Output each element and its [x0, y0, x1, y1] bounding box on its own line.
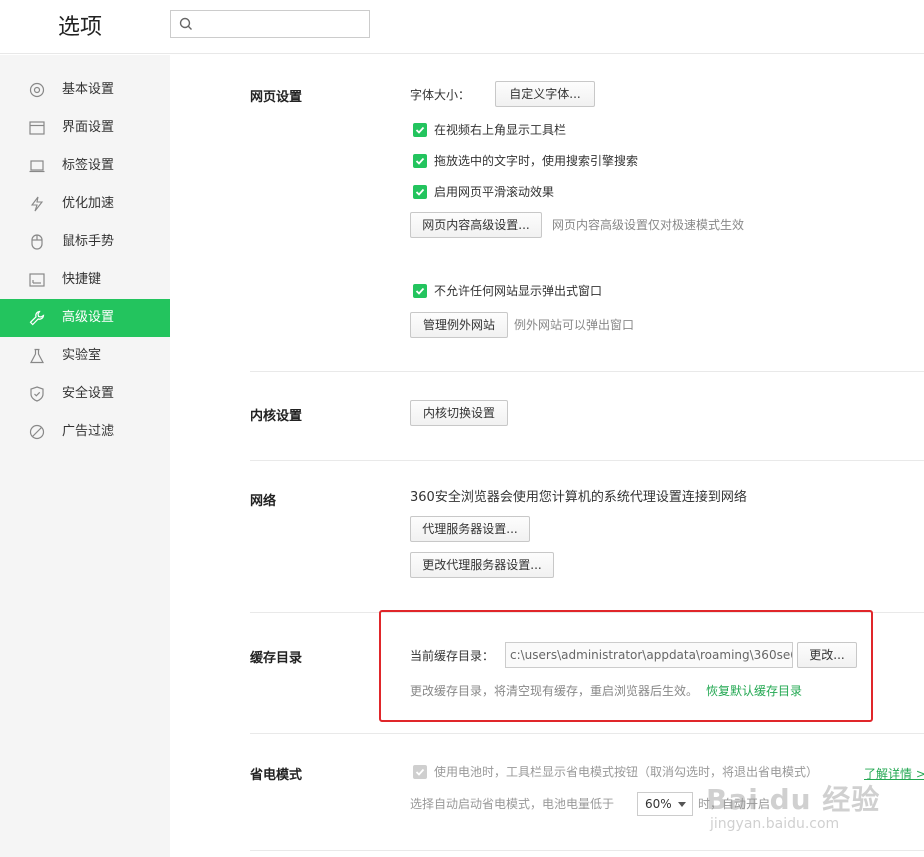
- sidebar-item-label: 安全设置: [62, 386, 115, 401]
- auto-power-label: 选择自动启动省电模式，电池电量低于: [410, 797, 615, 811]
- divider: [250, 460, 924, 461]
- checkbox-label: 启用网页平滑滚动效果: [434, 185, 555, 199]
- sidebar-item-label: 快捷键: [62, 272, 102, 287]
- lightning-icon: [30, 196, 44, 212]
- sidebar-item-label: 鼠标手势: [62, 234, 115, 249]
- check-icon: [415, 126, 425, 134]
- shield-icon: [30, 386, 44, 402]
- watermark-url: jingyan.baidu.com: [710, 816, 840, 832]
- checkbox-smooth-scroll[interactable]: [413, 185, 427, 199]
- sidebar-item-adblock[interactable]: 广告过滤: [0, 413, 170, 451]
- block-icon: [29, 424, 45, 440]
- custom-font-button[interactable]: 自定义字体...: [495, 81, 595, 107]
- select-value: 60%: [645, 797, 672, 811]
- sidebar-item-lab[interactable]: 实验室: [0, 337, 170, 375]
- exceptions-hint: 例外网站可以弹出窗口: [514, 318, 635, 332]
- proxy-settings-button[interactable]: 代理服务器设置...: [410, 516, 530, 542]
- baidu-watermark: Bai du 经验 jingyan.baidu.com: [706, 778, 896, 838]
- change-proxy-button[interactable]: 更改代理服务器设置...: [410, 552, 554, 578]
- check-icon: [415, 157, 425, 165]
- search-input[interactable]: [170, 10, 370, 38]
- advanced-content-button[interactable]: 网页内容高级设置...: [410, 212, 542, 238]
- watermark-text: Bai du 经验: [706, 783, 881, 816]
- font-size-label: 字体大小：: [410, 88, 471, 102]
- sidebar-item-ui[interactable]: 界面设置: [0, 109, 170, 147]
- checkbox-label: 拖放选中的文字时，使用搜索引擎搜索: [434, 154, 639, 168]
- kernel-switch-button[interactable]: 内核切换设置: [410, 400, 508, 426]
- sidebar-item-label: 基本设置: [62, 82, 115, 97]
- mouse-icon: [31, 234, 43, 250]
- battery-threshold-select[interactable]: 60%: [637, 792, 693, 816]
- sidebar-item-basic[interactable]: 基本设置: [0, 71, 170, 109]
- highlight-box: [379, 610, 873, 722]
- divider: [250, 850, 924, 851]
- sidebar-item-label: 高级设置: [62, 310, 115, 325]
- sidebar-item-mouse[interactable]: 鼠标手势: [0, 223, 170, 261]
- check-icon: [415, 287, 425, 295]
- checkbox-video-toolbar[interactable]: [413, 123, 427, 137]
- sidebar-item-advanced[interactable]: 高级设置: [0, 299, 170, 337]
- sidebar: 基本设置 界面设置 标签设置 优化加速 鼠标手势 快捷键 高级设置 实验室 安全…: [0, 55, 170, 857]
- chevron-down-icon: [678, 802, 686, 807]
- window-icon: [29, 121, 45, 135]
- check-icon: [415, 768, 425, 776]
- header: 选项: [0, 0, 924, 54]
- search-icon: [179, 17, 192, 30]
- section-title-web: 网页设置: [250, 90, 303, 105]
- section-title-power: 省电模式: [250, 768, 303, 783]
- checkbox-label: 在视频右上角显示工具栏: [434, 123, 567, 137]
- checkbox-power-saving[interactable]: [413, 765, 427, 779]
- manage-exceptions-button[interactable]: 管理例外网站: [410, 312, 508, 338]
- divider: [250, 371, 924, 372]
- divider: [250, 733, 924, 734]
- wrench-icon: [29, 310, 45, 326]
- section-title-network: 网络: [250, 494, 277, 509]
- sidebar-item-security[interactable]: 安全设置: [0, 375, 170, 413]
- check-icon: [415, 188, 425, 196]
- section-title-cache: 缓存目录: [250, 651, 303, 666]
- keyboard-icon: [29, 273, 45, 287]
- sidebar-item-label: 实验室: [62, 348, 102, 363]
- sidebar-item-tabs[interactable]: 标签设置: [0, 147, 170, 185]
- page-title: 选项: [58, 15, 103, 40]
- sidebar-item-shortcuts[interactable]: 快捷键: [0, 261, 170, 299]
- sidebar-item-label: 优化加速: [62, 196, 115, 211]
- checkbox-label: 不允许任何网站显示弹出式窗口: [434, 284, 603, 298]
- sidebar-item-label: 标签设置: [62, 158, 115, 173]
- sidebar-item-label: 广告过滤: [62, 424, 115, 439]
- checkbox-block-popups[interactable]: [413, 284, 427, 298]
- tab-icon: [29, 160, 45, 173]
- sidebar-item-label: 界面设置: [62, 120, 115, 135]
- gear-icon: [29, 82, 45, 98]
- flask-icon: [30, 348, 44, 364]
- sidebar-item-speed[interactable]: 优化加速: [0, 185, 170, 223]
- section-title-kernel: 内核设置: [250, 409, 303, 424]
- advanced-content-hint: 网页内容高级设置仅对极速模式生效: [552, 218, 745, 232]
- network-description: 360安全浏览器会使用您计算机的系统代理设置连接到网络: [410, 490, 747, 505]
- checkbox-drag-search[interactable]: [413, 154, 427, 168]
